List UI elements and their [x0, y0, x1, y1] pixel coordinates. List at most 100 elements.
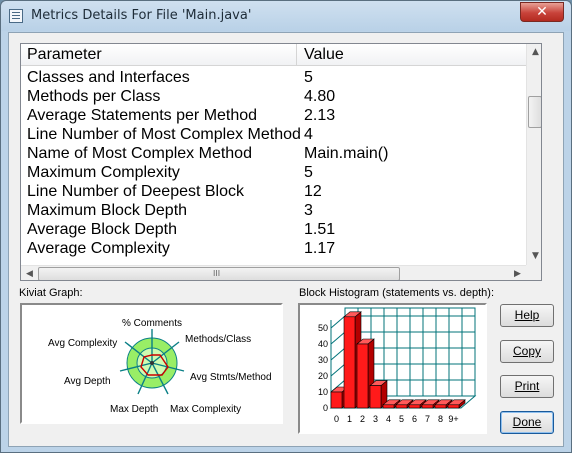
row-parameter: Classes and Interfaces — [27, 69, 190, 86]
kiviat-label-avgcx: Avg Complexity — [48, 338, 117, 349]
histogram-panel: 0 10 20 30 40 50 0 1 2 3 4 5 6 7 8 9+ — [298, 303, 487, 434]
row-parameter: Line Number of Most Complex Method — [27, 126, 301, 143]
histogram-gridline-side — [330, 315, 346, 329]
done-button[interactable]: Done — [500, 411, 554, 434]
histogram-bar — [369, 385, 382, 409]
histogram-y-tick-label: 20 — [318, 371, 328, 381]
kiviat-label-maxcx: Max Complexity — [170, 404, 241, 415]
kiviat-graph: % Comments Methods/Class Avg Stmts/Metho… — [48, 318, 272, 415]
histogram-bar — [447, 404, 460, 409]
table-row[interactable]: Average Complexity 1.17 — [21, 239, 526, 258]
vertical-scroll-thumb[interactable] — [528, 96, 541, 128]
histogram-x-tick-label: 1 — [347, 414, 352, 424]
scroll-up-arrow-icon[interactable]: ▲ — [527, 44, 541, 61]
histogram-y-tick-label: 50 — [318, 323, 328, 333]
print-button[interactable]: Print — [500, 375, 554, 398]
histogram-x-tick-label: 0 — [334, 414, 339, 424]
row-parameter: Average Statements per Method — [27, 107, 258, 124]
title-bar[interactable]: Metrics Details For File 'Main.java' ✕ — [1, 1, 571, 31]
table-row[interactable]: Line Number of Most Complex Method 4 — [21, 125, 526, 144]
histogram-x-tick-label: 6 — [412, 414, 417, 424]
table-row[interactable]: Name of Most Complex Method Main.main() — [21, 144, 526, 163]
row-value: 2.13 — [304, 107, 336, 124]
horizontal-scrollbar[interactable]: ◀ III ▶ — [21, 265, 526, 280]
window-title: Metrics Details For File 'Main.java' — [31, 8, 252, 23]
histogram-gridline-side — [330, 363, 346, 377]
table-row[interactable]: Maximum Complexity 5 — [21, 163, 526, 182]
row-value: 5 — [304, 69, 313, 86]
table-row[interactable]: Line Number of Deepest Block 12 — [21, 182, 526, 201]
histogram-x-tick-label: 3 — [373, 414, 378, 424]
dialog-window: Metrics Details For File 'Main.java' ✕ P… — [0, 0, 572, 453]
metrics-list[interactable]: Parameter Value Classes and Interfaces 5 … — [20, 43, 542, 281]
histogram-x-tick-label: 7 — [425, 414, 430, 424]
histogram-x-tick-label: 2 — [360, 414, 365, 424]
kiviat-label-comments: % Comments — [122, 318, 182, 329]
histogram-bar — [421, 404, 434, 409]
copy-button[interactable]: Copy — [500, 340, 554, 363]
row-value: 4 — [304, 126, 313, 143]
scroll-left-arrow-icon[interactable]: ◀ — [21, 266, 38, 280]
app-icon — [9, 9, 23, 23]
row-parameter: Average Block Depth — [27, 221, 178, 238]
close-button[interactable]: ✕ — [520, 2, 564, 22]
header-parameter[interactable]: Parameter — [21, 44, 102, 66]
histogram-gridline-side — [330, 347, 346, 361]
help-button[interactable]: Help — [500, 304, 554, 327]
header-value[interactable]: Value — [298, 44, 344, 66]
dialog-client: Parameter Value Classes and Interfaces 5 … — [8, 32, 564, 447]
vertical-scrollbar[interactable]: ▲ ▼ — [526, 44, 541, 265]
row-value: 12 — [304, 183, 322, 200]
row-parameter: Maximum Block Depth — [27, 202, 188, 219]
help-button-label: Help — [514, 308, 540, 322]
row-value: 3 — [304, 202, 313, 219]
kiviat-graph-panel: % Comments Methods/Class Avg Stmts/Metho… — [20, 303, 283, 424]
table-row[interactable]: Average Block Depth 1.51 — [21, 220, 526, 239]
histogram-x-tick-label: 8 — [438, 414, 443, 424]
histogram-y-tick-label: 30 — [318, 355, 328, 365]
scroll-down-arrow-icon[interactable]: ▼ — [527, 248, 541, 265]
row-parameter: Line Number of Deepest Block — [27, 183, 244, 200]
block-histogram: 010203040500 1 2 3 4 5 6 7 8 9+ — [318, 307, 477, 424]
histogram-y-tick-label: 0 — [323, 403, 328, 413]
scroll-right-arrow-icon[interactable]: ▶ — [509, 266, 526, 280]
histogram-label: Block Histogram (statements vs. depth): — [299, 287, 495, 299]
row-value: 4.80 — [304, 88, 336, 105]
histogram-bar — [356, 343, 369, 409]
header-separator[interactable] — [296, 44, 297, 66]
kiviat-label-methods: Methods/Class — [185, 334, 251, 345]
histogram-gridline-side — [330, 331, 346, 345]
row-value: 1.51 — [304, 221, 336, 238]
histogram-y-tick-label: 40 — [318, 339, 328, 349]
table-row[interactable]: Maximum Block Depth 3 — [21, 201, 526, 220]
histogram-bar — [395, 404, 408, 409]
histogram-bar — [434, 404, 447, 409]
table-row[interactable]: Classes and Interfaces 5 — [21, 68, 526, 87]
histogram-bar — [330, 391, 343, 409]
copy-button-label: Copy — [512, 344, 541, 358]
print-button-label: Print — [514, 379, 540, 393]
histogram-x-tick-label: 4 — [386, 414, 391, 424]
kiviat-label-maxdepth: Max Depth — [110, 404, 158, 415]
table-row[interactable]: Average Statements per Method 2.13 — [21, 106, 526, 125]
histogram-y-tick-label: 10 — [318, 387, 328, 397]
list-header: Parameter Value — [21, 44, 526, 66]
kiviat-center — [150, 361, 154, 365]
kiviat-label-stmts: Avg Stmts/Method — [190, 372, 272, 383]
row-parameter: Average Complexity — [27, 240, 170, 257]
histogram-x-tick-label: 5 — [399, 414, 404, 424]
done-button-label: Done — [512, 415, 542, 429]
histogram-bar — [343, 316, 356, 409]
thumb-grip-icon: III — [213, 269, 221, 278]
table-row[interactable]: Methods per Class 4.80 — [21, 87, 526, 106]
row-parameter: Maximum Complexity — [27, 164, 180, 181]
kiviat-label-avgdepth: Avg Depth — [64, 376, 111, 387]
kiviat-graph-label: Kiviat Graph: — [19, 287, 83, 299]
row-parameter: Methods per Class — [27, 88, 161, 105]
histogram-x-tick-label: 9+ — [448, 414, 458, 424]
histogram-bar — [408, 404, 421, 409]
row-value: Main.main() — [304, 145, 389, 162]
histogram-bar — [382, 404, 395, 409]
row-value: 1.17 — [304, 240, 336, 257]
horizontal-scroll-thumb[interactable]: III — [38, 267, 400, 280]
